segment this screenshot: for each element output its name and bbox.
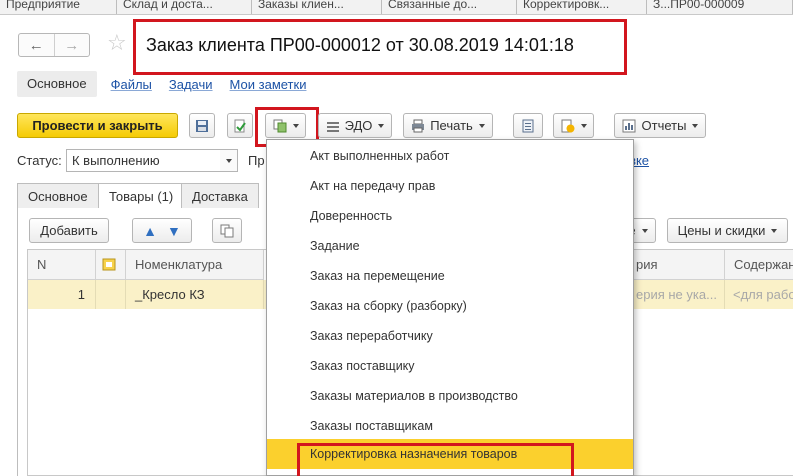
form-nav-links: Основное Файлы Задачи Мои заметки bbox=[17, 70, 323, 98]
status-label: Статус: bbox=[17, 153, 62, 168]
chevron-down-icon bbox=[771, 228, 778, 233]
printer-icon bbox=[412, 119, 425, 132]
save-button[interactable] bbox=[189, 113, 215, 138]
priority-label: Пр bbox=[248, 153, 265, 168]
floppy-icon bbox=[196, 119, 208, 132]
edo-button[interactable]: ЭДО bbox=[318, 113, 392, 138]
reports-label: Отчеты bbox=[641, 118, 687, 133]
folder-note-icon bbox=[102, 258, 116, 271]
print-button[interactable]: Печать bbox=[403, 113, 493, 138]
history-nav: ← → bbox=[18, 33, 90, 57]
menu-item[interactable]: Акт на передачу прав bbox=[267, 171, 633, 201]
list-button[interactable] bbox=[513, 113, 543, 138]
window-tab[interactable]: Заказы клиен... bbox=[252, 0, 382, 14]
add-row-button[interactable]: Добавить bbox=[29, 218, 109, 243]
status-dropdown-button[interactable] bbox=[220, 149, 238, 172]
arrow-up-icon[interactable]: ▲ bbox=[143, 223, 157, 239]
status-field[interactable]: К выполнению bbox=[66, 149, 221, 172]
window-tab[interactable]: З...ПР00-000009 bbox=[647, 0, 793, 14]
row-characteristic[interactable]: ерия не ука... bbox=[634, 280, 725, 309]
document-clock-icon bbox=[561, 119, 574, 132]
chevron-down-icon bbox=[478, 123, 485, 128]
column-header-number[interactable]: N bbox=[28, 250, 96, 280]
list-icon bbox=[522, 119, 534, 132]
window-tab-strip: Предприятие Склад и доста... Заказы клие… bbox=[0, 0, 793, 15]
schedule-button[interactable] bbox=[553, 113, 594, 138]
window-tab[interactable]: Предприятие bbox=[0, 0, 117, 14]
edo-label: ЭДО bbox=[344, 118, 373, 133]
column-header-characteristic[interactable]: рия bbox=[634, 250, 725, 280]
move-buttons: ▲ ▼ bbox=[132, 218, 192, 243]
arrow-down-icon[interactable]: ▼ bbox=[167, 223, 181, 239]
arrow-right-icon: → bbox=[64, 36, 80, 54]
chevron-down-icon bbox=[225, 158, 232, 163]
menu-item[interactable]: Заказы поставщикам bbox=[267, 411, 633, 441]
nav-link-notes[interactable]: Мои заметки bbox=[230, 77, 307, 92]
chevron-down-icon bbox=[641, 228, 648, 233]
menu-item[interactable]: Доверенность bbox=[267, 201, 633, 231]
menu-item[interactable]: Акт выполненных работ bbox=[267, 141, 633, 171]
print-label: Печать bbox=[430, 118, 473, 133]
copy-icon bbox=[220, 224, 234, 237]
arrow-left-icon: ← bbox=[28, 36, 44, 54]
menu-item[interactable]: Заказ переработчику bbox=[267, 321, 633, 351]
tab-goods[interactable]: Товары (1) bbox=[98, 183, 185, 210]
tab-main[interactable]: Основное bbox=[17, 183, 99, 209]
window-tab[interactable]: Связанные до... bbox=[382, 0, 517, 14]
copy-row-button[interactable] bbox=[212, 218, 242, 243]
post-and-close-button[interactable]: Провести и закрыть bbox=[17, 113, 178, 138]
column-header-content[interactable]: Содержан bbox=[725, 250, 793, 280]
chevron-down-icon bbox=[580, 123, 587, 128]
row-icon-cell bbox=[96, 280, 126, 309]
row-number: 1 bbox=[28, 280, 96, 309]
menu-item[interactable]: Заказ на перемещение bbox=[267, 261, 633, 291]
window-tab[interactable]: Склад и доста... bbox=[117, 0, 252, 14]
column-header-nomenclature[interactable]: Номенклатура bbox=[126, 250, 264, 280]
menu-item[interactable]: Заказ на сборку (разборку) bbox=[267, 291, 633, 321]
menu-item[interactable]: Задание bbox=[267, 231, 633, 261]
menu-item[interactable]: Заказ поставщику bbox=[267, 351, 633, 381]
page-title: Заказ клиента ПР00-000012 от 30.08.2019 … bbox=[146, 35, 574, 55]
prices-discounts-button[interactable]: Цены и скидки bbox=[667, 218, 788, 243]
nav-link-files[interactable]: Файлы bbox=[111, 77, 152, 92]
row-content[interactable]: <для работ> bbox=[725, 280, 793, 309]
column-header-icon[interactable] bbox=[96, 250, 126, 280]
post-button[interactable] bbox=[227, 113, 253, 138]
highlight-frame-selected-item bbox=[297, 443, 574, 476]
reports-button[interactable]: Отчеты bbox=[614, 113, 706, 138]
tab-delivery[interactable]: Доставка bbox=[181, 183, 259, 209]
row-nomenclature[interactable]: _Кресло КЗ bbox=[126, 280, 264, 309]
edo-icon bbox=[326, 121, 339, 132]
post-document-icon bbox=[234, 119, 246, 132]
prices-discounts-label: Цены и скидки bbox=[677, 223, 766, 238]
reports-icon bbox=[622, 119, 636, 132]
nav-link-main[interactable]: Основное bbox=[17, 71, 97, 97]
menu-item[interactable]: Заказы материалов в производство bbox=[267, 381, 633, 411]
chevron-down-icon bbox=[378, 123, 385, 128]
nav-link-tasks[interactable]: Задачи bbox=[169, 77, 213, 92]
chevron-down-icon bbox=[692, 123, 699, 128]
forward-button[interactable]: → bbox=[53, 34, 90, 56]
window-tab[interactable]: Корректировк... bbox=[517, 0, 647, 14]
create-based-on-menu: Акт выполненных работ Акт на передачу пр… bbox=[266, 139, 634, 476]
back-button[interactable]: ← bbox=[19, 34, 54, 56]
favorite-star-icon[interactable]: ☆ bbox=[107, 30, 127, 56]
